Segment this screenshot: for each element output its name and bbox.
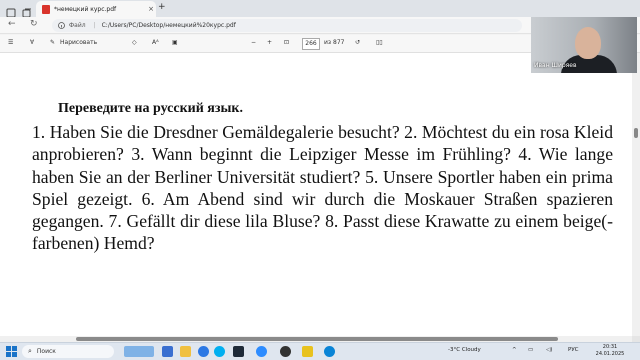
notes-app-icon[interactable] (302, 346, 313, 357)
taskbar-widget-icon[interactable] (124, 346, 154, 357)
contents-icon[interactable]: ☰ (8, 39, 13, 46)
browser-app-icon[interactable] (324, 346, 335, 357)
exercise-heading: Переведите на русский язык. (58, 101, 243, 116)
tab-close-icon[interactable]: × (146, 5, 156, 13)
taskbar: ⌕ Поиск -3°C Cloudy ^ ▭ ◁) РУС 20:31 24.… (0, 342, 640, 360)
clock-date: 24.01.2025 (595, 351, 625, 357)
webcam-name: Иван Ширяев (534, 62, 577, 69)
weather-status[interactable]: -3°C Cloudy (448, 347, 481, 353)
webcam-overlay: Иван Ширяев (531, 17, 637, 73)
zoom-in-button[interactable]: + (267, 39, 272, 46)
text-tool-button[interactable]: Aᴬ (152, 39, 159, 46)
read-aloud-icon[interactable]: ▣ (172, 39, 178, 46)
back-icon[interactable]: ← (8, 19, 16, 29)
store-icon[interactable] (233, 346, 244, 357)
search-label: Поиск (36, 348, 56, 355)
two-page-icon[interactable]: ▯▯ (376, 39, 383, 46)
clock-time: 20:31 (602, 344, 618, 350)
tray-overflow-icon[interactable]: ^ (512, 347, 517, 353)
address-scheme-label: Файл (69, 22, 86, 29)
tab-pdf[interactable]: *немецкий курс.pdf × (36, 1, 156, 17)
windows-start-icon[interactable] (6, 346, 17, 357)
pdf-page: Переведите на русский язык. 1. Haben Sie… (0, 53, 632, 336)
clock[interactable]: 20:31 24.01.2025 (590, 344, 630, 358)
document-viewport[interactable]: Переведите на русский язык. 1. Haben Sie… (0, 53, 640, 342)
file-explorer-icon[interactable] (180, 346, 191, 357)
address-separator: | (93, 22, 96, 29)
info-icon (58, 22, 65, 29)
webcam-person-head (575, 27, 601, 59)
page-number-input[interactable]: 266 (302, 38, 320, 50)
tab-actions-icon[interactable] (22, 3, 32, 18)
volume-icon[interactable]: ◁) (546, 347, 552, 353)
search-icon: ⌕ (28, 347, 32, 355)
draw-icon[interactable]: ✎ (50, 39, 55, 46)
new-tab-button[interactable]: + (158, 2, 166, 12)
reload-icon[interactable]: ↻ (30, 19, 38, 29)
exercise-text: 1. Haben Sie die Dresdner Gemäldegalerie… (32, 122, 613, 254)
page-total: из 877 (324, 39, 345, 46)
highlight-icon[interactable]: ∀ (30, 39, 34, 46)
tab-bar: *немецкий курс.pdf × + (0, 0, 640, 18)
fit-page-icon[interactable]: ⊡ (284, 39, 289, 46)
rotate-icon[interactable]: ↺ (355, 39, 360, 46)
browser-menu-icon[interactable] (6, 3, 16, 18)
zoom-out-button[interactable]: − (251, 39, 256, 46)
taskbar-search[interactable]: ⌕ Поиск (22, 345, 114, 358)
horizontal-scroll-thumb[interactable] (76, 337, 558, 341)
pdf-icon (42, 4, 50, 14)
network-icon[interactable]: ▭ (528, 347, 533, 353)
vertical-scrollbar[interactable] (632, 53, 640, 336)
vertical-scroll-thumb[interactable] (634, 128, 638, 138)
skype-icon[interactable] (214, 346, 225, 357)
eraser-icon[interactable]: ◇ (132, 39, 137, 46)
url-text: C:/Users/PC/Desktop/немецкий%20курс.pdf (101, 22, 236, 29)
tab-title: *немецкий курс.pdf (54, 5, 117, 13)
media-player-icon[interactable] (280, 346, 291, 357)
language-indicator[interactable]: РУС (568, 347, 579, 353)
url-field[interactable]: Файл | C:/Users/PC/Desktop/немецкий%20ку… (52, 19, 522, 32)
task-view-icon[interactable] (162, 346, 173, 357)
draw-button[interactable]: Нарисовать (60, 39, 97, 46)
zoom-icon[interactable] (256, 346, 267, 357)
edge-icon[interactable] (198, 346, 209, 357)
